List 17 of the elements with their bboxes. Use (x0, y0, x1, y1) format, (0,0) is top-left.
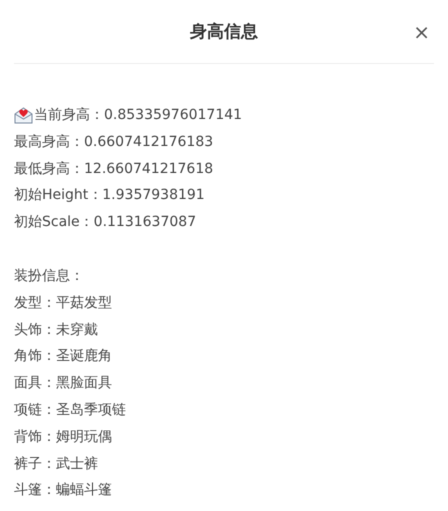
outfit-item: 发型：平菇发型 (14, 294, 112, 313)
outfit-item: 项链：圣岛季项链 (14, 400, 126, 420)
outfit-item: 背饰：姆明玩偶 (14, 428, 112, 447)
height-info-line: 当前身高：0.85335976017141 (34, 106, 242, 125)
outfit-item: 裤子：武士裤 (14, 454, 98, 474)
height-info-line: 最高身高：0.6607412176183 (14, 132, 214, 152)
outfit-item: 头饰：未穿戴 (14, 320, 98, 340)
outfit-item: 角饰：圣诞鹿角 (14, 347, 112, 366)
outfit-item: 面具：黑脸面具 (14, 374, 112, 394)
close-button[interactable]: × (411, 20, 432, 44)
outfit-heading: 装扮信息： (14, 266, 84, 286)
dialog-title: 身高信息 (190, 21, 258, 43)
height-info-line: 初始Scale：0.1131637087 (14, 213, 196, 232)
outfit-item: 斗篷：蝙蝠斗篷 (14, 481, 112, 500)
height-info-line: 最低身高：12.660741217618 (14, 160, 214, 179)
envelope-heart-icon (14, 106, 33, 124)
height-info-line: 初始Height：1.9357938191 (14, 186, 205, 206)
